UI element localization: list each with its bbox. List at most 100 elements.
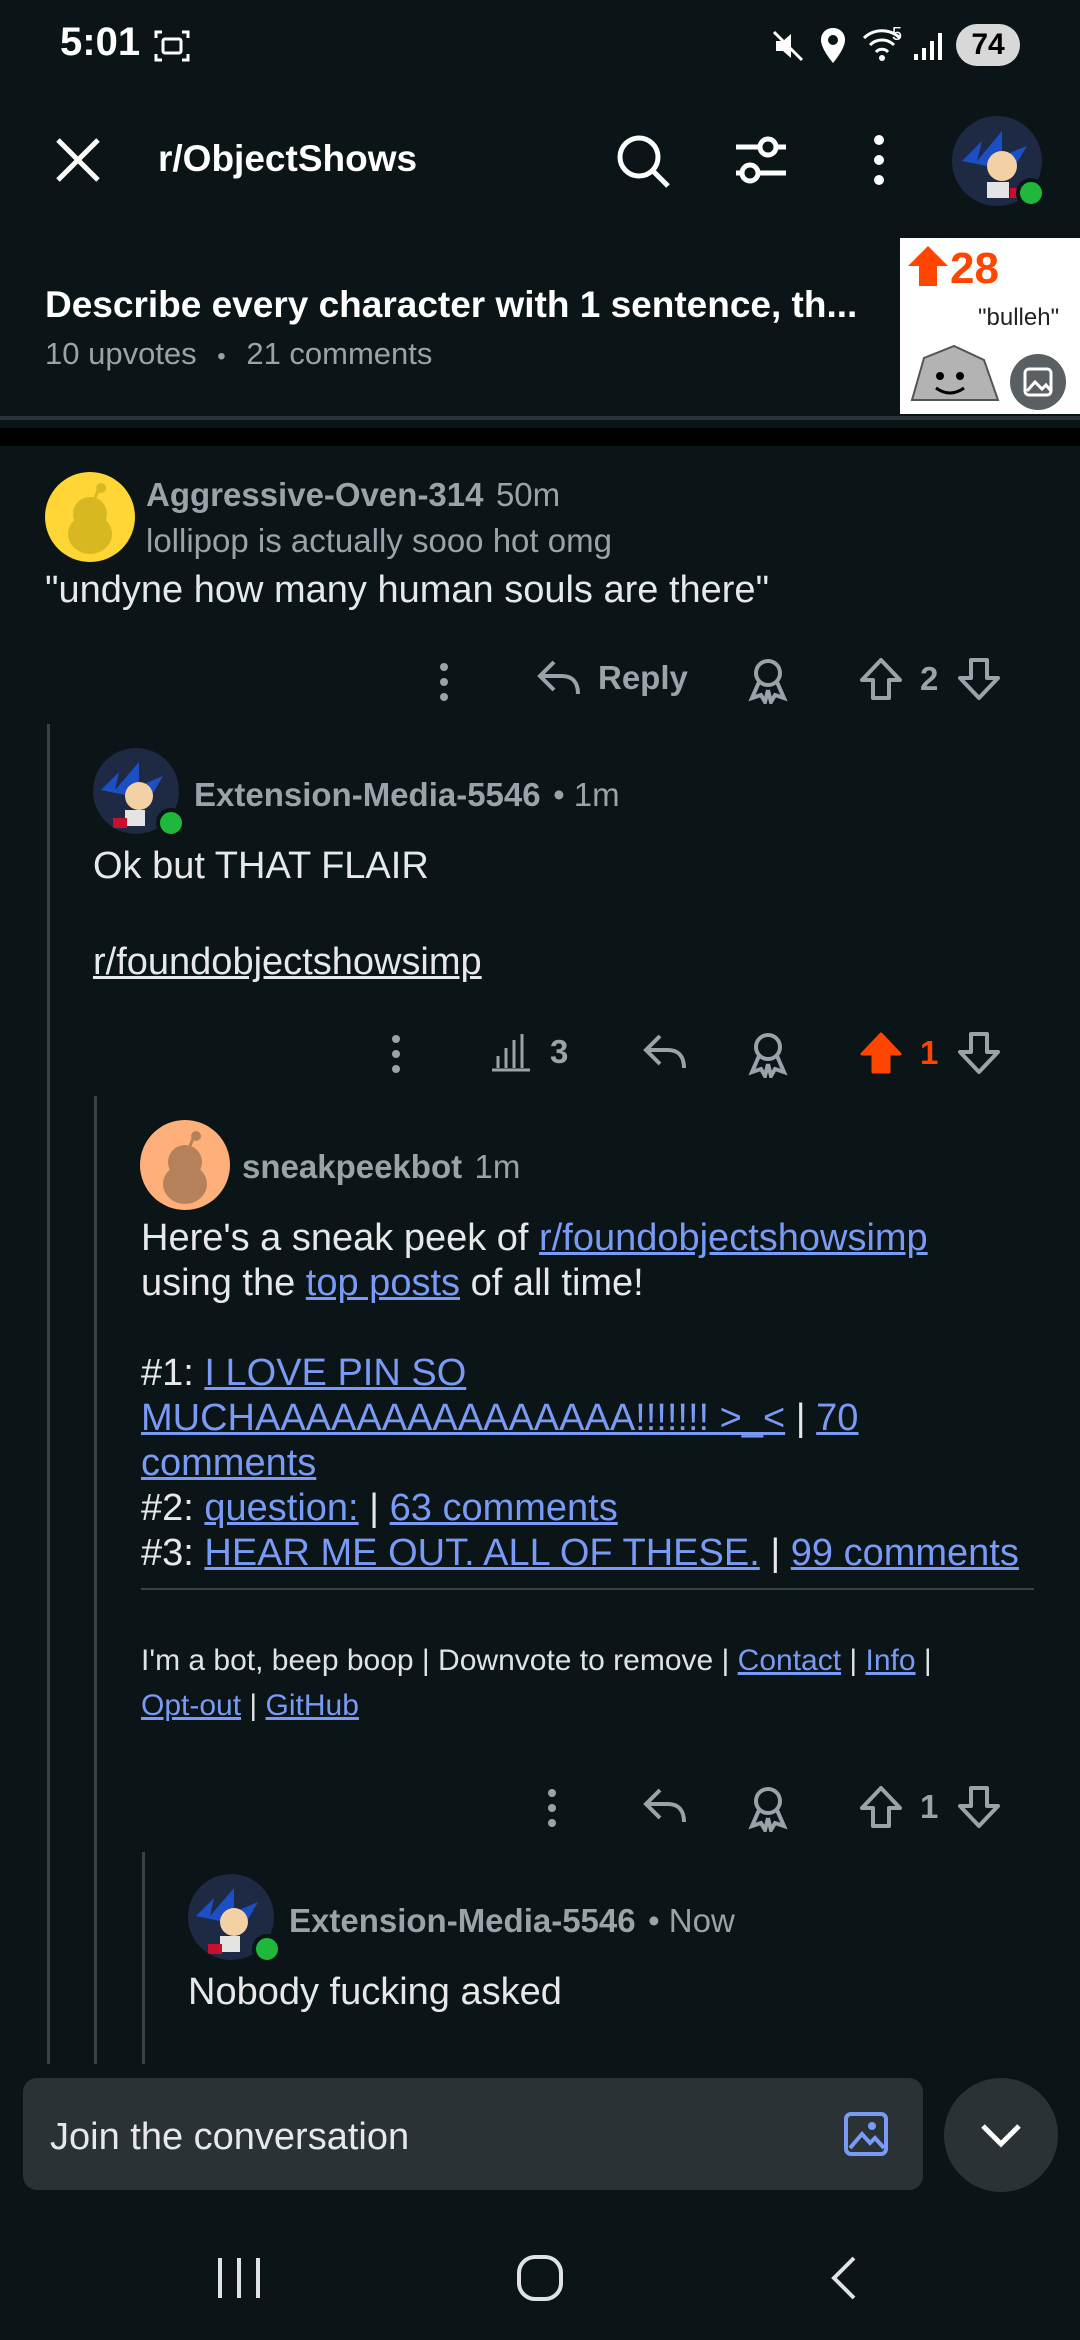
comment-more-icon[interactable] <box>389 1034 403 1074</box>
upvote-thumb-icon <box>908 246 948 286</box>
top-post-comments-link[interactable]: 63 comments <box>390 1487 618 1529</box>
top-posts-link[interactable]: top posts <box>306 1262 460 1304</box>
subreddit-link[interactable]: r/foundobjectshowsimp <box>539 1217 928 1259</box>
comment-username[interactable]: Extension-Media-5546 <box>289 1902 636 1939</box>
comment-more-icon[interactable] <box>545 1788 559 1828</box>
comment-more-icon[interactable] <box>437 662 451 702</box>
bot-footer: I'm a bot, beep boop | Downvote to remov… <box>141 1644 932 1722</box>
gallery-badge-icon <box>1010 354 1066 410</box>
home-icon[interactable] <box>516 2254 564 2302</box>
more-options-icon[interactable] <box>872 134 886 186</box>
comment-header: sneakpeekbot 1m <box>242 1148 520 1186</box>
github-link[interactable]: GitHub <box>266 1689 359 1722</box>
comment-body: Nobody fucking asked <box>188 1971 562 2013</box>
signal-icon <box>912 30 944 62</box>
comment-body: Ok but THAT FLAIR <box>93 845 429 887</box>
reply-label: Reply <box>598 659 688 696</box>
thread-line[interactable] <box>47 724 50 2064</box>
upvote-icon[interactable] <box>858 1784 904 1830</box>
subreddit-link[interactable]: r/foundobjectshowsimp <box>93 940 482 985</box>
bot-intro-line: using the top posts of all time! <box>141 1262 644 1304</box>
divider <box>0 416 1080 420</box>
recent-apps-icon[interactable] <box>214 2256 264 2300</box>
reply-icon[interactable] <box>642 1030 688 1074</box>
stats-button[interactable]: 3 <box>488 1030 568 1074</box>
status-bar: 5:01 5 74 <box>0 0 1080 90</box>
comment-time: • 1m <box>553 776 620 813</box>
upvote-count: 10 upvotes <box>45 336 197 371</box>
comment-time: • Now <box>648 1902 735 1939</box>
stats-icon <box>492 1034 530 1072</box>
award-icon[interactable] <box>746 1784 790 1832</box>
contact-link[interactable]: Contact <box>738 1644 841 1677</box>
comment-header: Aggressive-Oven-314 50m <box>146 476 560 514</box>
top-post-item: #1: I LOVE PIN SO MUCHAAAAAAAAAAAAAAA!!!… <box>141 1352 859 1484</box>
top-post-comments-link[interactable]: 99 comments <box>791 1532 1019 1574</box>
comment-body: "undyne how many human souls are there" <box>45 569 770 611</box>
divider <box>0 428 1080 446</box>
top-post-item: #3: HEAR ME OUT. ALL OF THESE. | 99 comm… <box>141 1532 1019 1574</box>
post-title[interactable]: Describe every character with 1 sentence… <box>45 284 865 326</box>
info-link[interactable]: Info <box>866 1644 916 1677</box>
stats-count: 3 <box>550 1033 569 1070</box>
user-flair: lollipop is actually sooo hot omg <box>146 522 612 559</box>
subreddit-name[interactable]: r/ObjectShows <box>158 138 417 180</box>
downvote-icon[interactable] <box>956 1784 1002 1830</box>
bot-divider <box>141 1588 1034 1590</box>
filter-icon[interactable] <box>732 134 790 186</box>
thumbnail-caption: "bulleh" <box>978 304 1060 331</box>
online-status-dot <box>156 808 186 838</box>
top-post-item: #2: question: | 63 comments <box>141 1487 618 1529</box>
battery-indicator: 74 <box>956 24 1020 66</box>
vote-count: 1 <box>920 1034 939 1071</box>
thread-line[interactable] <box>94 1096 97 2064</box>
bot-intro-line: Here's a sneak peek of r/foundobjectshow… <box>141 1217 928 1259</box>
location-icon <box>818 26 848 66</box>
comment-username[interactable]: Extension-Media-5546 <box>194 776 541 813</box>
reply-icon <box>537 660 580 695</box>
chevron-down-icon <box>981 2124 1021 2148</box>
top-post-link[interactable]: question: <box>204 1487 358 1529</box>
bot-comment-body: Here's a sneak peek of r/foundobjectshow… <box>141 1216 1041 1576</box>
award-icon[interactable] <box>746 1030 790 1078</box>
downvote-icon[interactable] <box>956 656 1002 702</box>
upvote-icon[interactable] <box>858 656 904 702</box>
comment-time: 50m <box>495 476 561 513</box>
downvote-icon[interactable] <box>956 1030 1002 1076</box>
reply-icon[interactable] <box>642 1784 688 1828</box>
composer-placeholder[interactable]: Join the conversation <box>50 2116 409 2159</box>
thumbnail-score: 28 <box>950 244 999 293</box>
post-meta: 10 upvotes • 21 comments <box>45 336 432 372</box>
rock-character-icon <box>910 344 1000 401</box>
image-upload-icon[interactable] <box>842 2110 890 2158</box>
mute-icon <box>770 28 806 64</box>
vote-count: 2 <box>920 660 939 697</box>
top-post-link[interactable]: I LOVE PIN SO MUCHAAAAAAAAAAAAAAA!!!!!!!… <box>141 1352 785 1439</box>
comment-time: 1m <box>474 1148 521 1185</box>
comment-username[interactable]: Aggressive-Oven-314 <box>146 476 484 513</box>
vote-count: 1 <box>920 1788 939 1825</box>
online-status-dot <box>252 1934 282 1964</box>
award-icon[interactable] <box>746 656 790 704</box>
thread-line[interactable] <box>142 1852 145 2064</box>
collapse-button[interactable] <box>944 2078 1058 2192</box>
close-icon[interactable] <box>52 134 104 186</box>
comment-header: Extension-Media-5546 • 1m <box>194 776 620 814</box>
meta-separator: • <box>217 343 226 370</box>
comment-count: 21 comments <box>246 336 433 371</box>
upvote-active-icon[interactable] <box>858 1030 904 1076</box>
network-type-label: 5 <box>892 24 903 44</box>
system-nav-bar <box>0 2210 1080 2340</box>
reply-button[interactable]: Reply <box>536 656 688 700</box>
comment-username[interactable]: sneakpeekbot <box>242 1148 462 1185</box>
screenshot-icon <box>152 26 192 66</box>
back-icon[interactable] <box>826 2254 860 2302</box>
post-thumbnail[interactable]: 28 "bulleh" <box>900 238 1080 414</box>
commenter-avatar[interactable] <box>140 1120 230 1210</box>
online-status-dot <box>1016 178 1046 208</box>
search-icon[interactable] <box>614 132 672 190</box>
status-time: 5:01 <box>60 20 141 64</box>
opt-out-link[interactable]: Opt-out <box>141 1689 241 1722</box>
commenter-avatar[interactable] <box>45 472 135 562</box>
top-post-link[interactable]: HEAR ME OUT. ALL OF THESE. <box>204 1532 759 1574</box>
